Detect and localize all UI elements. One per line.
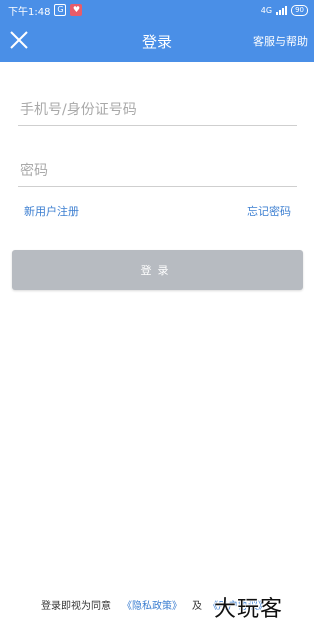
battery-icon: 90 [291, 4, 308, 16]
status-bar: 下午1:48 G ♥ 4G 90 [0, 0, 314, 20]
help-link[interactable]: 客服与帮助 [253, 33, 308, 49]
signal-icon [276, 5, 288, 15]
status-time: 下午1:48 [8, 6, 51, 18]
network-label: 4G [260, 5, 273, 15]
status-right: 4G 90 [260, 4, 308, 16]
forgot-password-link[interactable]: 忘记密码 [247, 203, 291, 219]
app-notification-icon: G [54, 4, 67, 16]
footer-prefix: 登录即视为同意 [41, 601, 111, 612]
app-bar: 登录 客服与帮助 [0, 20, 314, 62]
watermark: 大玩客 [214, 597, 284, 622]
heart-notification-icon: ♥ [70, 4, 83, 16]
footer-and: 及 [192, 601, 202, 612]
privacy-policy-link[interactable]: 《隐私政策》 [122, 597, 182, 612]
status-left: 下午1:48 G ♥ [8, 3, 83, 18]
register-link[interactable]: 新用户注册 [24, 203, 79, 219]
phone-id-input[interactable] [18, 94, 297, 126]
login-button[interactable]: 登录 [12, 250, 303, 290]
password-input[interactable] [18, 155, 297, 187]
